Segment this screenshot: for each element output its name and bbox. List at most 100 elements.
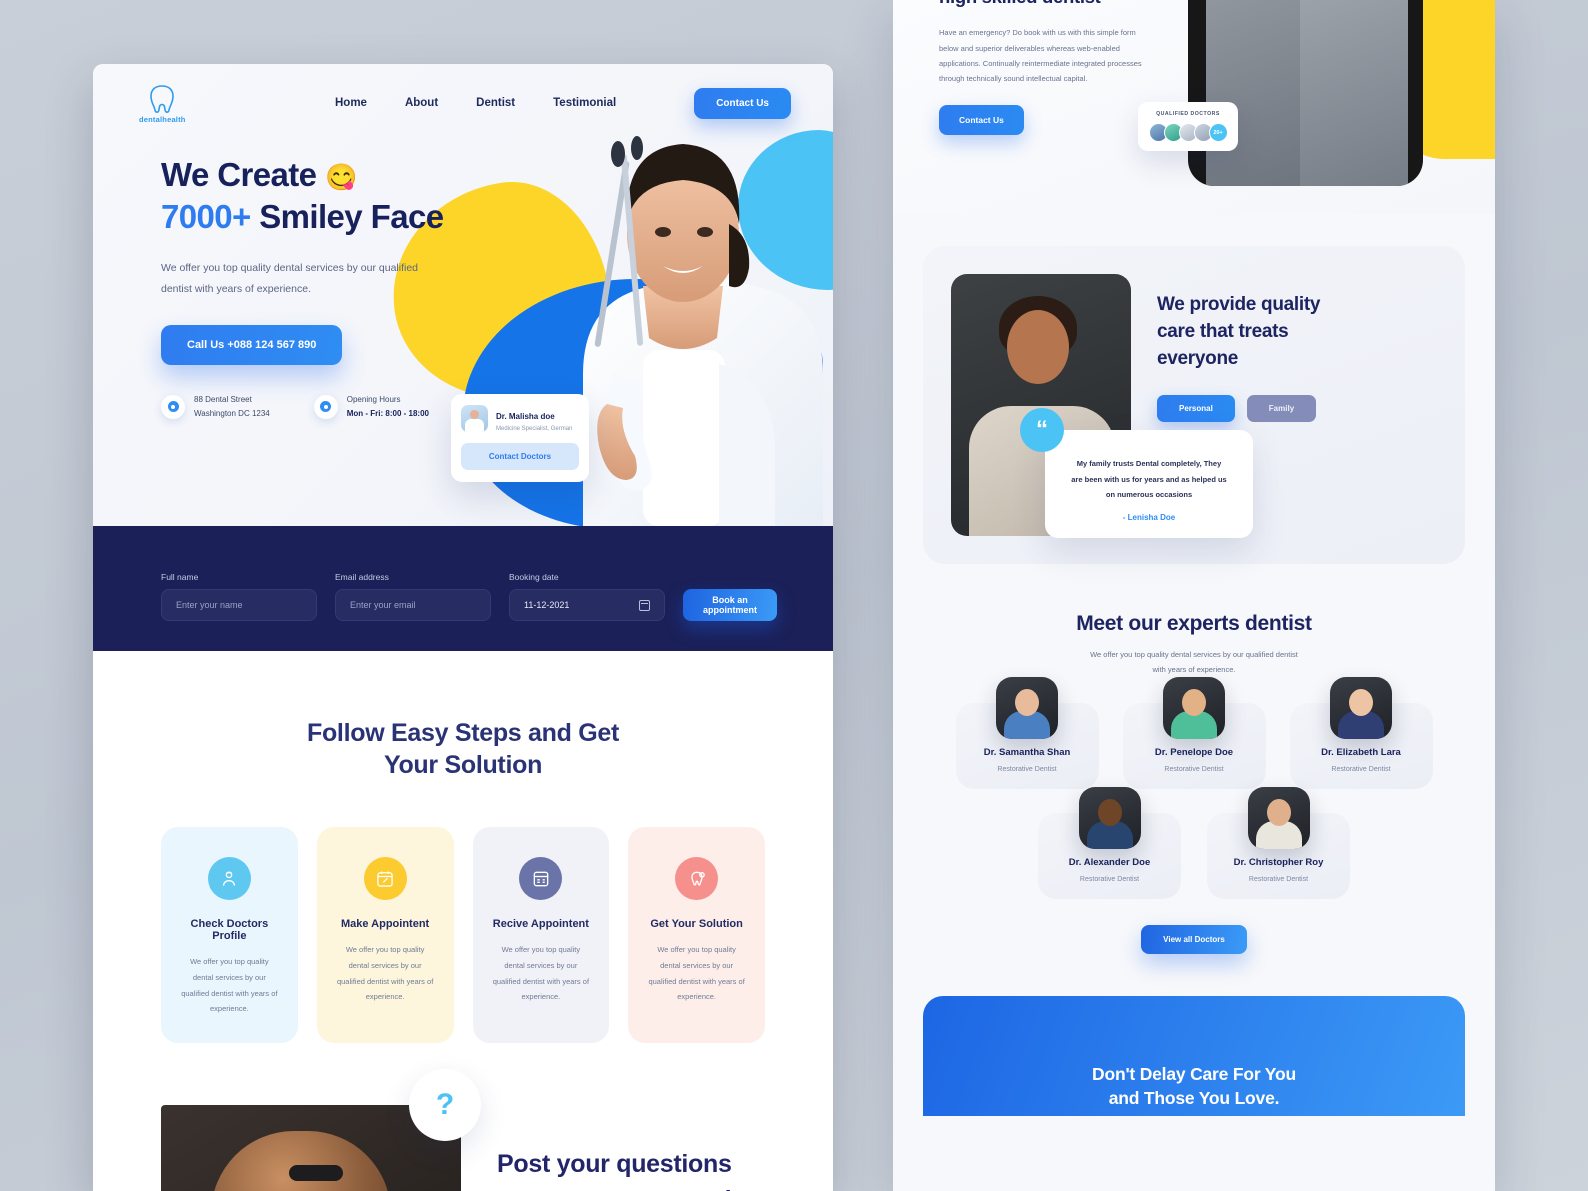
full-name-field-group: Full name Enter your name (161, 572, 317, 621)
doctor-tile[interactable]: Dr. Samantha Shan Restorative Dentist (955, 677, 1099, 790)
step-card-make-appointent[interactable]: Make Appointent We offer you top quality… (316, 827, 454, 1043)
hero-title: We Create 😋 7000+ Smiley Face (161, 154, 533, 238)
tooth-check-icon (675, 857, 719, 900)
step-card-title: Make Appointent (341, 918, 430, 930)
hero-title-line1: We Create (161, 156, 317, 193)
cta-line1: Don't Delay Care For You (1092, 1063, 1296, 1084)
hero-doctor-card: Dr. Malisha doe Medicine Specialist, Ger… (451, 394, 589, 482)
nav-contact-us-button[interactable]: Contact Us (694, 87, 791, 119)
contact-doctors-button[interactable]: Contact Doctors (461, 443, 579, 470)
experts-subtitle-line1: We offer you top quality dental services… (1090, 650, 1298, 659)
book-appointment-button[interactable]: Book an appointment (683, 589, 777, 621)
nav-item-dentist[interactable]: Dentist (476, 97, 515, 109)
tab-family[interactable]: Family (1246, 394, 1317, 422)
testimonial-author: - Lenisha Doe (1122, 513, 1176, 522)
email-label: Email address (335, 572, 389, 582)
experts-section: Meet our experts dentist We offer you to… (893, 612, 1495, 955)
faq-heading: Post your questions our experts are read… (497, 1147, 787, 1191)
step-card-get-your-solution[interactable]: Get Your Solution We offer you top quali… (628, 827, 765, 1043)
doctor-photo (1078, 787, 1141, 850)
testimonial-line2: are been with us for years and as helped… (1071, 474, 1227, 484)
doctor-role: Restorative Dentist (1164, 766, 1224, 774)
hero-info-address: 88 Dental Street Washington DC 1234 (161, 393, 270, 419)
experts-title: Meet our experts dentist (1076, 612, 1312, 635)
doctor-tile[interactable]: Dr. Alexander Doe Restorative Dentist (1038, 787, 1181, 900)
qualified-doctors-badge: QUALIFIED DOCTORS 20+ (1138, 102, 1238, 151)
tooth-icon (150, 84, 175, 113)
logo[interactable]: dentalhealth (139, 83, 186, 124)
view-all-doctors-button[interactable]: View all Doctors (1141, 925, 1247, 955)
doctors-grid-row1: Dr. Samantha Shan Restorative Dentist Dr… (893, 677, 1495, 790)
full-name-input[interactable]: Enter your name (161, 589, 317, 621)
address-line2: Washington DC 1234 (194, 408, 270, 418)
faq-section: ? Post your questions our experts are re… (93, 1069, 833, 1191)
steps-section: Follow Easy Steps and Get Your Solution … (93, 651, 833, 1043)
step-card-check-doctors-profile[interactable]: Check Doctors Profile We offer you top q… (161, 827, 298, 1043)
top-navigation: dentalhealth Home About Dentist Testimon… (93, 64, 833, 126)
calendar-icon[interactable] (639, 599, 650, 611)
email-field-group: Email address Enter your email (335, 572, 491, 621)
address-line1: 88 Dental Street (194, 395, 252, 405)
quality-heading-line2: care that treats (1157, 320, 1289, 342)
hero-title-line2: Smiley Face (259, 198, 444, 236)
full-name-placeholder: Enter your name (176, 600, 243, 610)
clock-icon (313, 394, 338, 419)
call-us-button[interactable]: Call Us +088 124 567 890 (161, 325, 343, 366)
right-artboard: We have certified and high skilled denti… (893, 0, 1495, 1191)
doctor-name: Dr. Elizabeth Lara (1321, 747, 1401, 759)
doctor-tile[interactable]: Dr. Elizabeth Lara Restorative Dentist (1289, 677, 1433, 790)
doctor-photo (1247, 787, 1310, 850)
quote-icon: “ (1020, 407, 1064, 452)
bottom-cta-banner: Don't Delay Care For You and Those You L… (923, 996, 1465, 1117)
doctor-card-row: Dr. Malisha doe Medicine Specialist, Ger… (461, 405, 579, 432)
step-card-desc: We offer you top quality dental services… (648, 945, 745, 1002)
steps-title-line1: Follow Easy Steps and Get (306, 719, 620, 747)
qualified-doctors-avatars: 20+ (1148, 123, 1228, 142)
question-mark-icon: ? (409, 1069, 481, 1141)
testimonial-line3: on numerous occasions (1105, 490, 1193, 500)
steps-title-line2: Your Solution (383, 751, 543, 779)
doctor-name: Dr. Penelope Doe (1154, 747, 1234, 759)
booking-date-value: 11-12-2021 (524, 600, 570, 610)
cta-line2: and Those You Love. (1108, 1088, 1280, 1109)
doctor-tile[interactable]: Dr. Christopher Roy Restorative Dentist (1207, 787, 1350, 900)
doctor-role: Restorative Dentist (997, 766, 1057, 774)
quality-care-tabs: Personal Family (1157, 394, 1357, 422)
booking-form: Full name Enter your name Email address … (93, 526, 833, 651)
right-hero-paragraph: Have an emergency? Do book with us with … (939, 28, 1142, 84)
doctor-tile[interactable]: Dr. Penelope Doe Restorative Dentist (1122, 677, 1266, 790)
nav-item-about[interactable]: About (405, 97, 438, 109)
doctor-role: Restorative Dentist (1248, 876, 1309, 884)
email-placeholder: Enter your email (350, 600, 416, 610)
step-card-recive-appointent[interactable]: Recive Appointent We offer you top quali… (472, 827, 610, 1043)
step-card-title: Check Doctors Profile (190, 918, 269, 942)
experts-subtitle-line2: with years of experience. (1152, 664, 1236, 674)
testimonial-text: My family trusts Dental completely, They… (1063, 456, 1235, 503)
hours-label: Opening Hours (346, 395, 401, 405)
hours-value: Mon - Fri: 8:00 - 18:00 (346, 408, 429, 418)
location-pin-icon (161, 394, 185, 419)
nav-item-home[interactable]: Home (335, 97, 367, 109)
right-hero-title: We have certified and high skilled denti… (939, 0, 1214, 9)
hero-info-hours: Opening Hours Mon - Fri: 8:00 - 18:00 (313, 393, 429, 419)
hero-copy: We Create 😋 7000+ Smiley Face We offer y… (93, 126, 533, 420)
quality-heading-line3: everyone (1157, 347, 1239, 369)
right-hero-title-line2: high skilled dentist (939, 0, 1101, 7)
right-contact-us-button[interactable]: Contact Us (939, 104, 1024, 135)
faq-heading-line1: Post your questions (497, 1150, 732, 1178)
booking-date-label: Booking date (509, 572, 559, 582)
two-dentists-photo (1188, 0, 1423, 186)
doctor-avatar (461, 405, 488, 432)
doctor-card-name: Dr. Malisha doe (496, 411, 555, 421)
nav-item-testimonial[interactable]: Testimonial (553, 97, 616, 109)
step-card-desc: We offer you top quality dental services… (181, 957, 278, 1014)
doctor-profile-icon (207, 857, 251, 900)
email-input[interactable]: Enter your email (335, 589, 491, 621)
tab-personal[interactable]: Personal (1157, 394, 1235, 422)
hero-section: dentalhealth Home About Dentist Testimon… (93, 64, 833, 526)
step-card-title: Get Your Solution (650, 918, 743, 930)
smiley-emoji-icon: 😋 (324, 162, 357, 192)
booking-date-input[interactable]: 11-12-2021 (509, 589, 665, 621)
doctor-role: Restorative Dentist (1331, 766, 1391, 774)
faq-copy: Post your questions our experts are read… (461, 1105, 787, 1191)
